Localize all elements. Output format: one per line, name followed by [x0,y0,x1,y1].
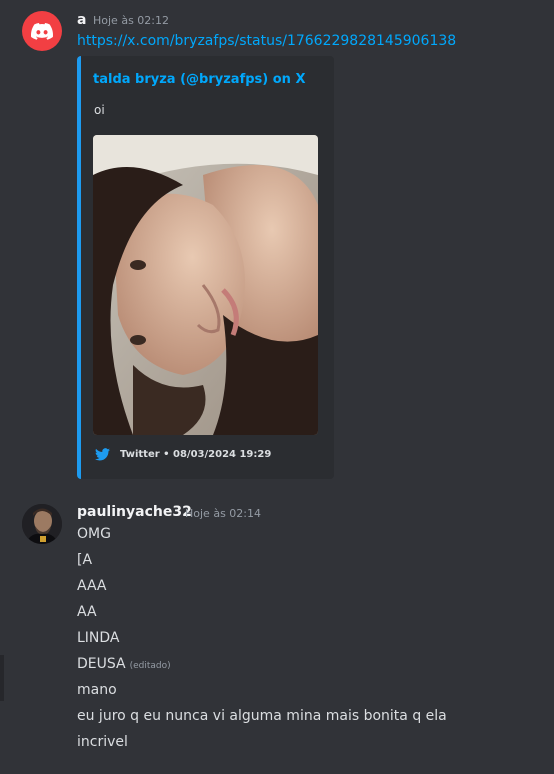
message-line: AAA [77,578,107,594]
embed-footer-text: Twitter • 08/03/2024 19:29 [120,448,272,460]
discord-logo-icon [31,23,54,40]
message-line-edited: DEUSA (editado) [77,656,171,672]
link-embed: talda bryza (@bryzafps) on X oi Twitter … [77,56,334,479]
twitter-bird-icon [95,447,110,460]
embed-footer: Twitter • 08/03/2024 19:29 [95,446,271,462]
message-line: [A [77,552,93,568]
embed-image[interactable] [93,135,318,435]
message-line: mano [77,682,117,698]
message-line: incrivel [77,734,128,750]
message-text: DEUSA [77,656,126,672]
message-line: AA [77,604,97,620]
embed-description: oi [94,103,105,117]
message-1: a Hoje às 02:12 https://x.com/bryzafps/s… [0,0,554,490]
edited-label: (editado) [129,661,171,671]
embed-author[interactable]: talda bryza (@bryzafps) on X [93,72,305,87]
avatar[interactable] [22,504,62,544]
username[interactable]: a [77,12,86,28]
avatar[interactable] [22,11,62,51]
message-2: paulinyache32 Hoje às 02:14 OMG [A AAA A… [0,490,554,774]
timestamp: Hoje às 02:14 [185,507,261,520]
photo-image [93,135,318,435]
username[interactable]: paulinyache32 [77,504,192,520]
timestamp: Hoje às 02:12 [93,14,169,27]
tweet-link[interactable]: https://x.com/bryzafps/status/1766229828… [77,33,456,49]
user-avatar-image [22,504,62,544]
message-line: eu juro q eu nunca vi alguma mina mais b… [77,708,447,724]
message-line: LINDA [77,630,120,646]
message-line: OMG [77,526,111,542]
